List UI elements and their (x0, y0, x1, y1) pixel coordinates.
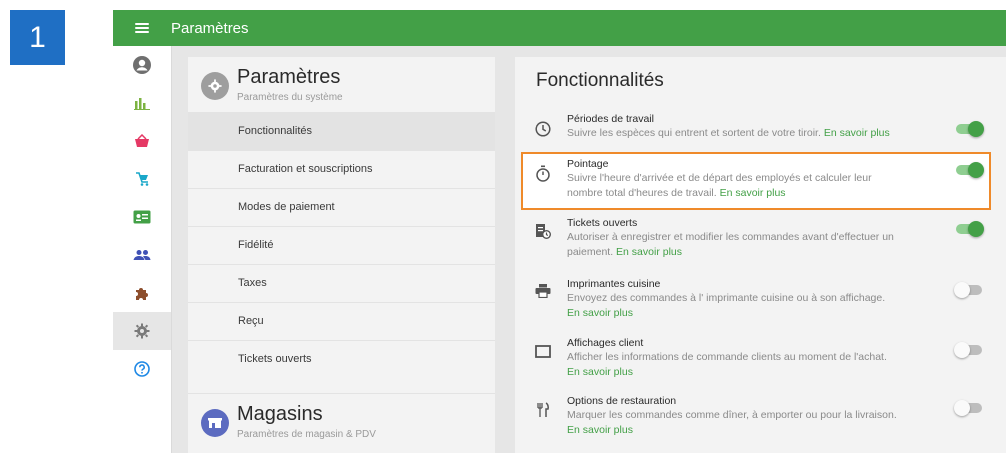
settings-menu-billing[interactable]: Facturation et souscriptions (188, 150, 495, 188)
learn-more-link[interactable]: En savoir plus (824, 127, 890, 139)
side-navigation (113, 46, 172, 453)
feature-description: Envoyez des commandes à l' imprimante cu… (567, 292, 886, 319)
step-number-badge: 1 (10, 10, 65, 65)
printer-icon (535, 284, 551, 298)
monitor-icon (535, 345, 551, 358)
cart-icon (136, 172, 149, 186)
feature-dining-options: Options de restauration Marquer les comm… (515, 395, 1006, 447)
feature-description: Suivre l'heure d'arrivée et de départ de… (567, 172, 872, 199)
feature-name: Pointage (567, 158, 609, 170)
time-clock-toggle[interactable] (956, 162, 984, 178)
people-icon (133, 250, 151, 260)
feature-name: Périodes de travail (567, 113, 654, 125)
stores-section-header[interactable]: Magasins Paramètres de magasin & PDV (188, 393, 495, 449)
account-icon (133, 56, 151, 74)
settings-menu-taxes[interactable]: Taxes (188, 264, 495, 302)
feature-name: Affichages client (567, 337, 644, 349)
stores-section-title: Magasins (237, 403, 323, 425)
settings-menu-card: Paramètres Paramètres du système Fonctio… (188, 57, 495, 453)
basket-icon (135, 134, 149, 147)
open-tickets-icon (536, 224, 551, 239)
stopwatch-icon (536, 165, 550, 182)
hamburger-menu-icon[interactable] (135, 23, 149, 33)
id-card-icon (133, 210, 151, 224)
nav-help[interactable] (113, 350, 171, 388)
nav-settings[interactable] (113, 312, 171, 350)
nav-employees[interactable] (113, 198, 171, 236)
feature-work-periods: Périodes de travail Suivre les espèces q… (515, 111, 1006, 149)
nav-integrations[interactable] (113, 274, 171, 312)
settings-menu-receipt[interactable]: Reçu (188, 302, 495, 340)
stores-section-subtitle: Paramètres de magasin & PDV (237, 429, 376, 440)
settings-gear-icon (201, 72, 229, 100)
top-app-bar: Paramètres (113, 10, 1006, 46)
nav-customers[interactable] (113, 236, 171, 274)
app-bar-title: Paramètres (171, 19, 249, 37)
customer-displays-toggle[interactable] (954, 342, 982, 358)
nav-items[interactable] (113, 160, 171, 198)
learn-more-link[interactable]: En savoir plus (567, 424, 633, 436)
feature-name: Tickets ouverts (567, 217, 638, 229)
kitchen-printers-toggle[interactable] (954, 282, 982, 298)
cutlery-icon (537, 402, 549, 417)
settings-menu-loyalty[interactable]: Fidélité (188, 226, 495, 264)
store-icon (201, 409, 229, 437)
learn-more-link[interactable]: En savoir plus (567, 366, 633, 378)
feature-description: Marquer les commandes comme dîner, à emp… (567, 409, 897, 436)
feature-name: Options de restauration (567, 395, 677, 407)
dining-options-toggle[interactable] (954, 400, 982, 416)
feature-description: Suivre les espèces qui entrent et sorten… (567, 127, 890, 139)
puzzle-icon (136, 288, 148, 300)
open-tickets-toggle[interactable] (956, 221, 984, 237)
nav-account[interactable] (113, 46, 171, 84)
features-title: Fonctionnalités (536, 70, 664, 91)
learn-more-link[interactable]: En savoir plus (567, 307, 633, 319)
feature-time-clock: Pointage Suivre l'heure d'arrivée et de … (515, 158, 1006, 210)
gear-icon (134, 323, 150, 339)
app-window: Paramètres Paramètres Paramètres du syst… (113, 10, 1006, 453)
feature-customer-displays: Affichages client Afficher les informati… (515, 337, 1006, 389)
bar-chart-icon (134, 98, 150, 110)
learn-more-link[interactable]: En savoir plus (616, 246, 682, 258)
feature-kitchen-printers: Imprimantes cuisine Envoyez des commande… (515, 276, 1006, 328)
help-icon (134, 361, 150, 377)
settings-section-subtitle: Paramètres du système (237, 92, 343, 103)
settings-section-title: Paramètres (237, 66, 341, 88)
settings-section-header: Paramètres Paramètres du système (188, 57, 495, 112)
nav-sales[interactable] (113, 122, 171, 160)
feature-description: Autoriser à enregistrer et modifier les … (567, 231, 894, 258)
work-periods-toggle[interactable] (956, 121, 984, 137)
feature-name: Imprimantes cuisine (567, 278, 661, 290)
nav-reports[interactable] (113, 84, 171, 122)
settings-menu-open-tickets[interactable]: Tickets ouverts (188, 340, 495, 378)
clock-icon (535, 121, 551, 137)
feature-description: Afficher les informations de commande cl… (567, 351, 887, 378)
learn-more-link[interactable]: En savoir plus (720, 187, 786, 199)
feature-open-tickets: Tickets ouverts Autoriser à enregistrer … (515, 217, 1006, 269)
settings-menu-payment-types[interactable]: Modes de paiement (188, 188, 495, 226)
settings-menu-features[interactable]: Fonctionnalités (188, 112, 495, 150)
